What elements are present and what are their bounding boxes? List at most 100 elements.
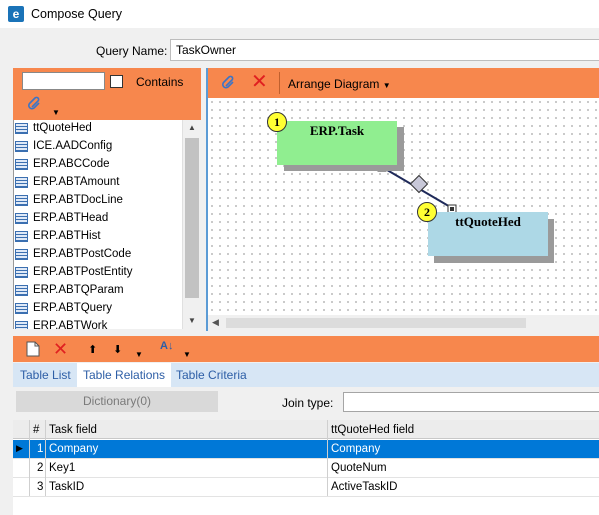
grid-cell-left: Key1	[49, 462, 76, 474]
table-search-input[interactable]	[22, 72, 105, 90]
table-icon	[15, 213, 28, 224]
grid-cell-right: Company	[331, 443, 381, 455]
table-icon	[15, 195, 28, 206]
diagram-node-erp-task[interactable]: ERP.Task	[277, 121, 397, 165]
scroll-down-icon[interactable]: ▼	[183, 313, 201, 329]
delete-icon[interactable]: ✕	[53, 339, 68, 360]
chevron-down-icon[interactable]: ▼	[135, 350, 143, 359]
grid-column-divider	[327, 420, 328, 496]
grid-column-divider	[29, 420, 30, 496]
title-bar: e Compose Query	[0, 0, 599, 28]
grid-cell-right: ActiveTaskID	[331, 481, 398, 493]
grid-column-divider	[45, 420, 46, 496]
table-name: ERP.ABTQuery	[33, 302, 113, 314]
table-icon	[15, 267, 28, 278]
scroll-up-icon[interactable]: ▲	[183, 120, 201, 136]
table-name: ERP.ABTQParam	[33, 284, 124, 296]
node-number-badge: 1	[267, 112, 287, 132]
table-name: ERP.ABTPostCode	[33, 248, 132, 260]
table-list-scrollbar[interactable]: ▲ ▼	[182, 120, 200, 329]
new-document-icon[interactable]	[26, 341, 40, 360]
paperclip-icon[interactable]	[221, 75, 237, 94]
grid-cell-left: Company	[49, 443, 99, 455]
contains-checkbox[interactable]	[110, 75, 123, 88]
scroll-left-icon[interactable]: ◀	[212, 317, 219, 328]
table-icon	[15, 303, 28, 314]
table-name: ERP.ABTHist	[33, 230, 101, 242]
hscroll-thumb[interactable]	[226, 318, 526, 328]
table-list-item[interactable]: ERP.ABTWork	[14, 318, 182, 329]
grid-cell-num: 3	[37, 481, 44, 493]
arrange-diagram-button[interactable]: Arrange Diagram ▼	[288, 77, 391, 91]
query-name-input[interactable]	[170, 39, 599, 61]
table-list-item[interactable]: ERP.ABTAmount	[14, 174, 182, 192]
toolbar-separator	[279, 72, 280, 94]
node-title: ttQuoteHed	[455, 214, 521, 229]
dictionary-button[interactable]: Dictionary(0)	[16, 391, 218, 412]
table-icon	[15, 321, 28, 329]
scroll-thumb[interactable]	[185, 138, 199, 298]
join-type-label: Join type:	[282, 396, 334, 410]
grid-cell-num: 1	[37, 443, 44, 455]
row-indicator-icon: ▶	[16, 443, 23, 453]
tab-table-criteria[interactable]: Table Criteria	[176, 368, 247, 382]
window-title: Compose Query	[31, 7, 123, 21]
grid-header	[13, 420, 599, 439]
table-list-item[interactable]: ttQuoteHed	[14, 120, 182, 138]
chevron-down-icon: ▼	[382, 81, 391, 90]
contains-label: Contains	[136, 75, 184, 89]
grid-header-task-field[interactable]: Task field	[49, 424, 97, 436]
arrange-diagram-label: Arrange Diagram	[288, 77, 380, 91]
table-list-item[interactable]: ERP.ABTHead	[14, 210, 182, 228]
node-title: ERP.Task	[309, 123, 365, 138]
table-icon	[15, 177, 28, 188]
chevron-down-icon[interactable]: ▼	[183, 350, 191, 359]
diagram-node-ttquotehed[interactable]: ttQuoteHed	[428, 212, 548, 256]
table-row[interactable]: 2 Key1 QuoteNum	[13, 459, 599, 478]
table-name: ERP.ABTPostEntity	[33, 266, 133, 278]
table-list-item[interactable]: ERP.ABTQParam	[14, 282, 182, 300]
move-down-icon[interactable]: ⬇	[113, 343, 122, 356]
table-icon	[15, 249, 28, 260]
grid-header-ttquotehed-field[interactable]: ttQuoteHed field	[331, 424, 414, 436]
sort-az-icon[interactable]: A↓	[160, 340, 173, 352]
grid-header-num: #	[33, 424, 40, 436]
table-row[interactable]: ▶ 1 Company Company	[13, 440, 599, 459]
table-list-item[interactable]: ERP.ABTPostEntity	[14, 264, 182, 282]
table-list-item[interactable]: ERP.ABTDocLine	[14, 192, 182, 210]
query-name-label: Query Name:	[96, 44, 168, 58]
table-name: ERP.ABCCode	[33, 158, 110, 170]
grid-cell-right: QuoteNum	[331, 462, 387, 474]
join-type-select[interactable]	[343, 392, 599, 412]
table-name: ERP.ABTHead	[33, 212, 109, 224]
grid-cell-left: TaskID	[49, 481, 85, 493]
table-list-item[interactable]: ERP.ABTQuery	[14, 300, 182, 318]
node-number-badge: 2	[417, 202, 437, 222]
table-list-item[interactable]: ERP.ABTPostCode	[14, 246, 182, 264]
table-list-item[interactable]: ERP.ABTHist	[14, 228, 182, 246]
move-up-icon[interactable]: ⬆	[88, 343, 97, 356]
app-logo-icon: e	[8, 6, 24, 22]
table-icon	[15, 159, 28, 170]
chevron-down-icon[interactable]: ▼	[52, 108, 60, 117]
table-icon	[15, 231, 28, 242]
table-list-item[interactable]: ERP.ABCCode	[14, 156, 182, 174]
tab-table-list[interactable]: Table List	[20, 368, 71, 382]
tab-table-relations[interactable]: Table Relations	[77, 363, 172, 387]
paperclip-icon[interactable]	[27, 96, 45, 114]
relations-toolbar	[13, 336, 599, 362]
table-name: ttQuoteHed	[33, 122, 92, 134]
table-name: ICE.AADConfig	[33, 140, 113, 152]
table-list-item[interactable]: ICE.AADConfig	[14, 138, 182, 156]
diagram-hscrollbar[interactable]: ◀	[206, 315, 599, 331]
table-list[interactable]: ttQuoteHed ICE.AADConfig ERP.ABCCode ERP.AB…	[13, 120, 182, 329]
table-row[interactable]: 3 TaskID ActiveTaskID	[13, 478, 599, 497]
table-icon	[15, 123, 28, 134]
table-icon	[15, 285, 28, 296]
grid-cell-num: 2	[37, 462, 44, 474]
table-name: ERP.ABTDocLine	[33, 194, 123, 206]
table-icon	[15, 141, 28, 152]
table-name: ERP.ABTWork	[33, 320, 108, 329]
delete-icon[interactable]: ✕	[251, 71, 268, 93]
table-name: ERP.ABTAmount	[33, 176, 120, 188]
